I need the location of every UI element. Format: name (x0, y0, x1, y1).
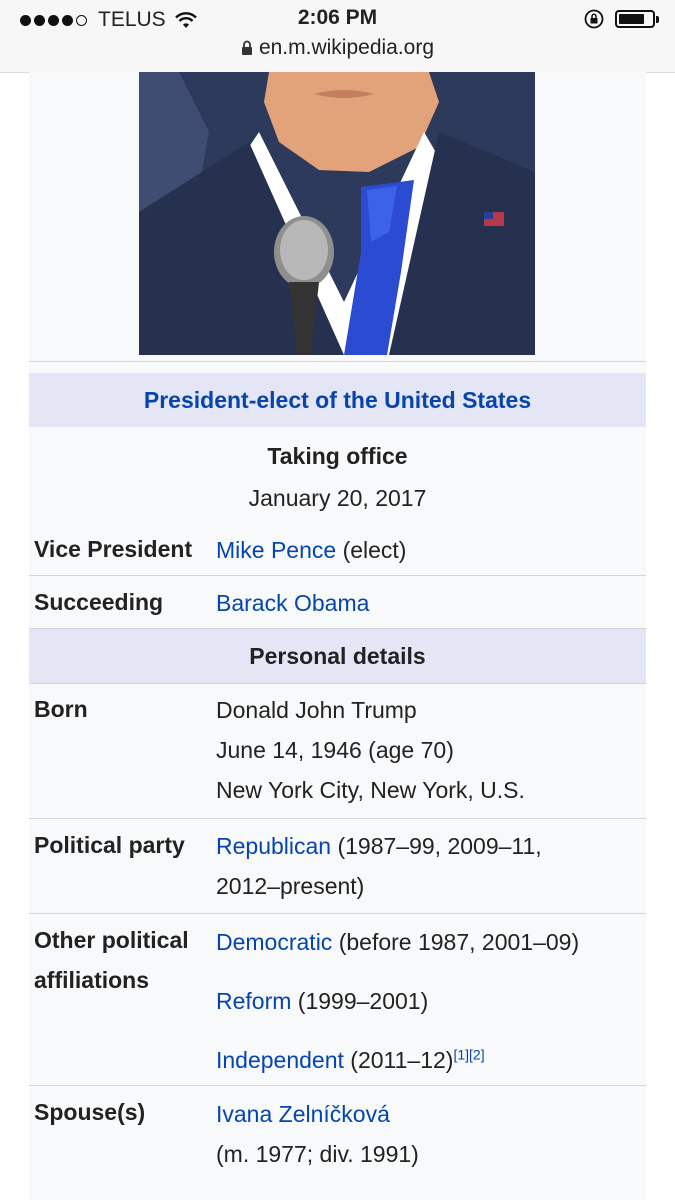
spouse-value: Ivana Zelníčková (m. 1977; div. 1991) (216, 1094, 641, 1174)
party-link[interactable]: Republican (216, 833, 331, 859)
other-affiliations-label: Other political affiliations (34, 920, 189, 1000)
vice-president-suffix: (elect) (342, 537, 407, 563)
divider (29, 361, 646, 362)
other-affiliations-label-line-2: affiliations (34, 967, 150, 993)
divider (29, 818, 646, 819)
divider (29, 1085, 646, 1086)
party-years-1: (1987–99, 2009–11, (337, 833, 542, 859)
reference-1[interactable]: [1] (453, 1046, 469, 1062)
democratic-link[interactable]: Democratic (216, 929, 332, 955)
reference-2[interactable]: [2] (469, 1046, 485, 1062)
political-party-label: Political party (34, 832, 185, 858)
url-text: en.m.wikipedia.org (258, 36, 435, 59)
divider (29, 575, 646, 576)
portrait-illustration (139, 72, 535, 355)
taking-office-date: January 20, 2017 (248, 485, 427, 511)
office-title-header[interactable]: President-elect of the United States (29, 373, 646, 427)
ios-status-bar: TELUS 2:06 PM en.m.wikipedia.org (0, 0, 675, 73)
divider (29, 913, 646, 914)
reform-years: (1999–2001) (297, 988, 429, 1014)
taking-office-label: Taking office (267, 443, 408, 469)
vice-president-value: Mike Pence (elect) (216, 530, 641, 570)
born-value: Donald John Trump June 14, 1946 (age 70)… (216, 690, 641, 810)
spouse-label: Spouse(s) (34, 1099, 146, 1125)
status-icons (583, 8, 659, 30)
political-party-value: Republican (1987–99, 2009–11, 2012–prese… (216, 826, 641, 906)
independent-link[interactable]: Independent (216, 1047, 344, 1073)
rotation-lock-icon (584, 9, 604, 29)
reform-link[interactable]: Reform (216, 988, 291, 1014)
clock: 2:06 PM (297, 6, 378, 29)
party-years-2: 2012–present) (216, 873, 365, 899)
democratic-years: (before 1987, 2001–09) (338, 929, 580, 955)
office-title-link[interactable]: President-elect of the United States (144, 387, 531, 413)
spouse-link[interactable]: Ivana Zelníčková (216, 1094, 641, 1134)
succeeding-label: Succeeding (34, 589, 164, 615)
other-affiliations-label-line-1: Other political (34, 927, 189, 953)
divider (29, 683, 646, 684)
other-affiliation-1: Democratic (before 1987, 2001–09) (216, 922, 641, 962)
infobox: President-elect of the United States Tak… (29, 72, 646, 1200)
personal-details-header: Personal details (29, 629, 646, 683)
lock-icon (241, 41, 252, 56)
other-affiliation-2: Reform (1999–2001) (216, 981, 641, 1021)
other-affiliation-3: Independent (2011–12)[1][2] (216, 1040, 641, 1080)
succeeding-value: Barack Obama (216, 583, 641, 623)
battery-icon (615, 10, 659, 28)
vice-president-link[interactable]: Mike Pence (216, 537, 336, 563)
spouse-dates: (m. 1977; div. 1991) (216, 1141, 419, 1167)
succeeding-link[interactable]: Barack Obama (216, 590, 369, 616)
portrait-photo[interactable] (139, 72, 535, 355)
born-name: Donald John Trump (216, 697, 417, 723)
born-label: Born (34, 696, 88, 722)
born-date: June 14, 1946 (age 70) (216, 737, 454, 763)
vice-president-label: Vice President (34, 536, 193, 562)
independent-years: (2011–12) (350, 1047, 454, 1073)
address-bar[interactable]: en.m.wikipedia.org (0, 36, 675, 60)
born-place: New York City, New York, U.S. (216, 777, 525, 803)
